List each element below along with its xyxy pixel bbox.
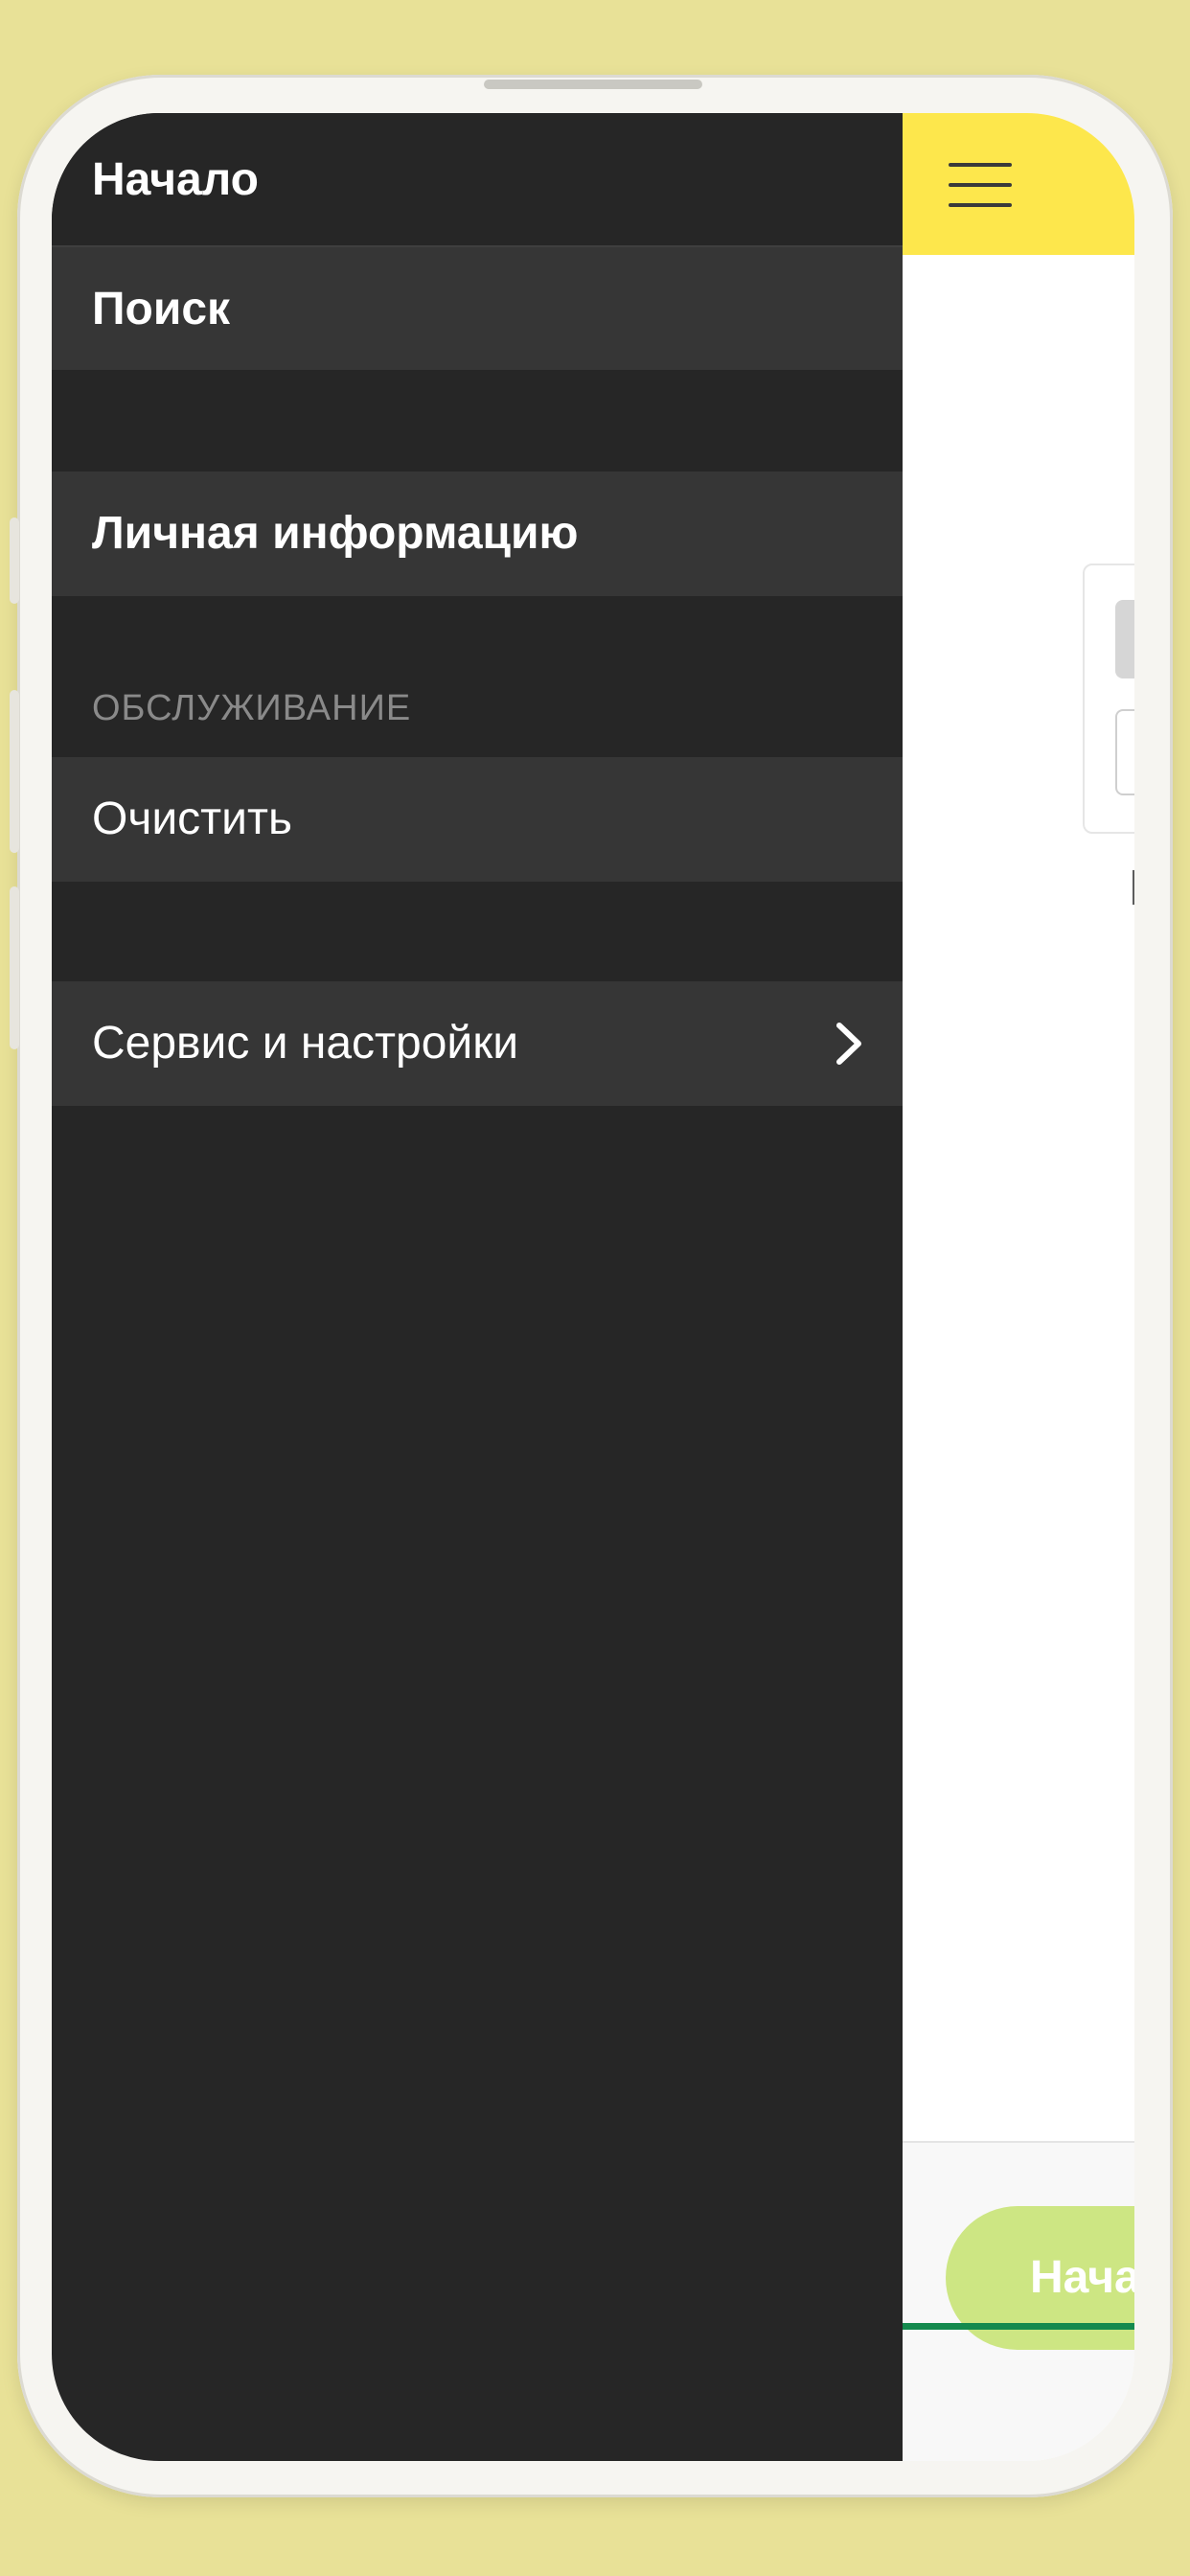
phone-side-button: [10, 518, 19, 604]
app-header: [903, 113, 1134, 255]
drawer-item-label: Начало: [92, 154, 259, 205]
drawer-item-personal-info[interactable]: Личная информацию: [52, 472, 903, 596]
phone-volume-up-button: [10, 690, 19, 853]
chevron-right-icon: [836, 1023, 861, 1065]
phone-speaker: [484, 80, 702, 89]
section-label-service: ОБСЛУЖИВАНИЕ: [92, 688, 412, 728]
hamburger-menu-icon[interactable]: [949, 163, 1012, 207]
card-element: [1115, 600, 1134, 678]
screen: Начать Начало Поиск Личная информацию ОБ…: [52, 113, 1134, 2461]
card-element: [1115, 709, 1134, 795]
drawer-item-home[interactable]: Начало: [52, 113, 903, 245]
content-marker: [1133, 870, 1134, 905]
drawer-item-label: Сервис и настройки: [92, 1018, 519, 1069]
drawer-item-label: Поиск: [92, 284, 231, 334]
drawer-item-label: Личная информацию: [92, 508, 579, 559]
drawer-item-search[interactable]: Поиск: [52, 245, 903, 370]
navigation-drawer: Начало Поиск Личная информацию ОБСЛУЖИВА…: [52, 113, 903, 2461]
drawer-item-label: Очистить: [92, 794, 292, 844]
drawer-item-service-settings[interactable]: Сервис и настройки: [52, 981, 903, 1106]
drawer-item-clear[interactable]: Очистить: [52, 757, 903, 882]
progress-line: [903, 2323, 1134, 2330]
phone-volume-down-button: [10, 886, 19, 1049]
